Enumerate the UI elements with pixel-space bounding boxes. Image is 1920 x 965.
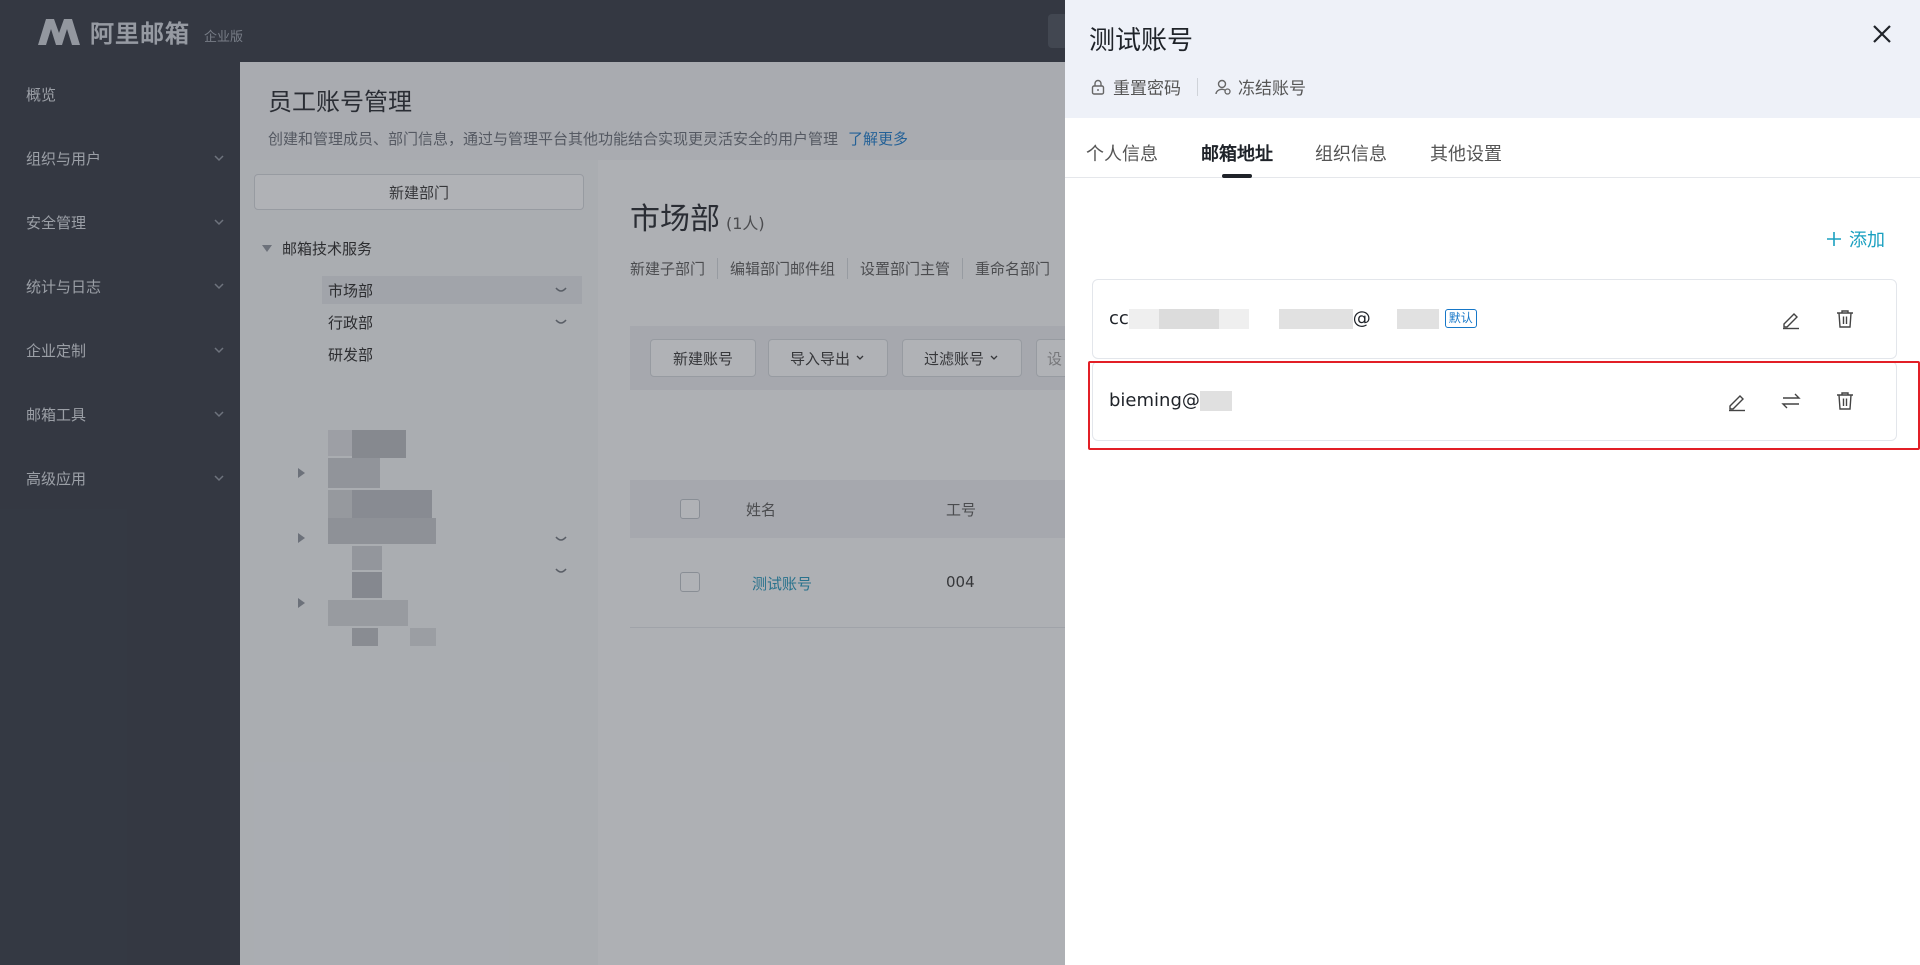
reset-password-label: 重置密码 [1113, 79, 1181, 99]
redacted-text [1396, 308, 1439, 329]
modal-overlay[interactable] [0, 0, 1065, 965]
redacted-text [1248, 308, 1279, 329]
drawer-actions: 重置密码 冻结账号 [1089, 74, 1306, 99]
highlight-annotation-box [1088, 361, 1920, 450]
drawer-tabs: 个人信息 邮箱地址 组织信息 其他设置 [1065, 118, 1920, 178]
redacted-text [1158, 308, 1219, 329]
trash-icon[interactable] [1834, 308, 1856, 330]
account-detail-drawer: 测试账号 重置密码 冻结账号 个人信息 邮箱地址 组织信息 其他设置 添加 cc [1065, 0, 1920, 965]
tab-org-info[interactable]: 组织信息 [1315, 140, 1387, 166]
default-badge: 默认 [1444, 309, 1477, 328]
active-tab-indicator [1222, 174, 1252, 178]
freeze-account-button[interactable]: 冻结账号 [1214, 74, 1306, 99]
user-freeze-icon [1215, 79, 1231, 95]
close-icon[interactable] [1868, 20, 1896, 48]
address-row-default: cc @ 默认 [1092, 279, 1897, 359]
freeze-account-label: 冻结账号 [1238, 79, 1306, 99]
reset-password-button[interactable]: 重置密码 [1089, 74, 1181, 99]
tab-email-address[interactable]: 邮箱地址 [1201, 140, 1273, 166]
divider [1197, 77, 1198, 96]
address-prefix: cc [1109, 308, 1129, 329]
add-address-button[interactable]: 添加 [1825, 226, 1885, 252]
drawer-title: 测试账号 [1089, 26, 1194, 56]
tab-personal-info[interactable]: 个人信息 [1086, 140, 1158, 166]
address-value: cc @ 默认 [1109, 308, 1477, 329]
redacted-text [1278, 308, 1353, 329]
address-at: @ [1352, 308, 1371, 329]
drawer-header: 测试账号 重置密码 冻结账号 [1065, 0, 1920, 118]
redacted-text [1218, 308, 1249, 329]
tab-other-settings[interactable]: 其他设置 [1430, 140, 1502, 166]
redacted-text [1128, 308, 1159, 329]
lock-icon [1091, 79, 1105, 95]
plus-icon [1827, 232, 1841, 246]
add-label: 添加 [1849, 230, 1885, 251]
redacted-text [1370, 308, 1397, 329]
edit-icon[interactable] [1780, 308, 1802, 330]
